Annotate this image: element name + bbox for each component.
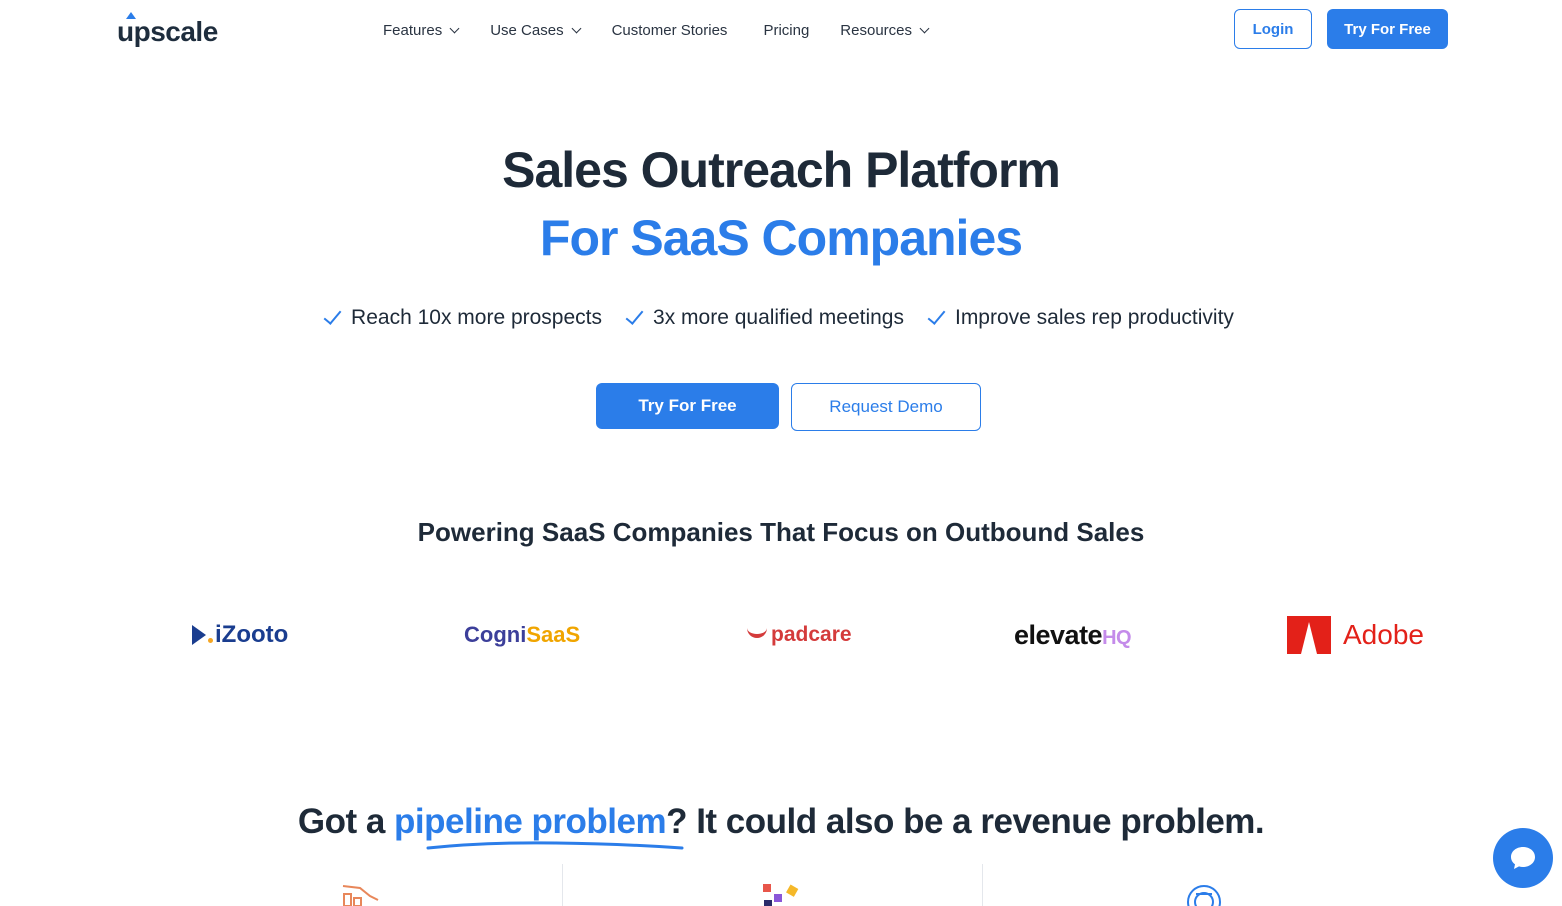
adobe-logo: Adobe <box>1287 610 1424 660</box>
izooto-mark-icon <box>192 625 206 645</box>
target-icon <box>1187 885 1221 906</box>
check-icon <box>625 305 644 325</box>
benefit-text: Improve sales rep productivity <box>954 306 1234 329</box>
chevron-down-icon <box>449 23 460 33</box>
benefit-item: Improve sales rep productivity <box>927 305 1234 330</box>
logo-text: upscale <box>117 16 218 47</box>
pipeline-heading-after: ? It could also be a revenue problem. <box>666 802 1265 841</box>
elevatehq-logo: elevate HQ <box>1014 610 1132 660</box>
column-divider <box>982 864 983 906</box>
login-button[interactable]: Login <box>1234 9 1312 49</box>
hero-subtitle: For SaaS Companies <box>539 210 1023 266</box>
padcare-logo: padcare <box>747 610 852 660</box>
chat-widget-button[interactable] <box>1493 828 1553 888</box>
pipeline-heading: Got a pipeline problem? It could also be… <box>0 800 1562 844</box>
top-navbar: upscale Features Use Cases Customer Stor… <box>0 0 1562 60</box>
izooto-text: iZooto <box>215 621 289 648</box>
adobe-text: Adobe <box>1343 619 1424 650</box>
upscale-logo[interactable]: upscale <box>117 12 218 48</box>
menu-item-pricing[interactable]: Pricing <box>763 22 809 39</box>
menu-item-label: Features <box>383 21 443 39</box>
chat-bubble-icon <box>1511 847 1535 869</box>
hero-title: Sales Outreach Platform <box>502 142 1061 198</box>
pipeline-heading-before: Got a <box>297 802 395 841</box>
try-for-free-nav-button[interactable]: Try For Free <box>1327 9 1448 49</box>
adobe-mark-icon <box>1287 616 1331 654</box>
request-demo-button[interactable]: Request Demo <box>791 383 981 431</box>
padcare-text: padcare <box>771 623 852 646</box>
menu-item-use-cases[interactable]: Use Cases <box>490 21 582 39</box>
customers-heading: Powering SaaS Companies That Focus on Ou… <box>417 517 1145 547</box>
highlight-underline <box>426 841 684 850</box>
izooto-dot-icon <box>208 637 213 643</box>
puzzle-blocks-icon <box>763 884 799 906</box>
menu-item-resources[interactable]: Resources <box>840 21 930 39</box>
cognisaas-logo: Cogni SaaS <box>464 610 580 660</box>
cognisaas-text-part1: Cogni <box>464 622 527 647</box>
logo-arrow-icon <box>126 12 136 19</box>
padcare-mark-icon <box>747 626 767 638</box>
menu-item-label: Resources <box>840 21 912 39</box>
menu-item-label: Use Cases <box>490 21 564 39</box>
menu-item-label: Pricing <box>763 21 810 39</box>
chevron-down-icon <box>571 23 582 33</box>
check-icon <box>323 305 342 325</box>
column-divider <box>562 864 563 906</box>
benefit-text: 3x more qualified meetings <box>653 306 904 329</box>
benefit-item: Reach 10x more prospects <box>323 305 603 330</box>
declining-chart-icon <box>342 885 379 906</box>
cognisaas-text-part2: SaaS <box>526 622 581 647</box>
try-for-free-hero-button[interactable]: Try For Free <box>596 383 779 429</box>
customer-logos: iZooto Cogni SaaS padcare elevate HQ Ado… <box>0 610 1562 660</box>
menu-item-label: Customer Stories <box>611 21 728 39</box>
menu-item-features[interactable]: Features <box>383 21 460 39</box>
check-icon <box>927 305 946 325</box>
benefit-item: 3x more qualified meetings <box>625 305 904 330</box>
elevatehq-text-part1: elevate <box>1014 619 1103 650</box>
izooto-logo: iZooto <box>192 610 288 660</box>
main-menu: Features Use Cases Customer Stories Pric… <box>383 19 960 41</box>
benefit-text: Reach 10x more prospects <box>351 306 603 329</box>
elevatehq-text-part2: HQ <box>1102 626 1132 649</box>
benefits-list: Reach 10x more prospects 3x more qualifi… <box>0 305 1562 330</box>
menu-item-customer-stories[interactable]: Customer Stories <box>612 22 728 39</box>
pipeline-heading-highlight: pipeline problem <box>394 802 667 841</box>
chevron-down-icon <box>919 23 930 33</box>
